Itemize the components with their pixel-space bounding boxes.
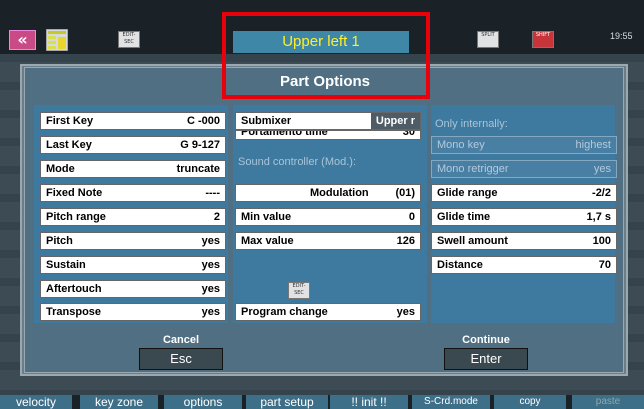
- edit-section-icon[interactable]: EDIT-SEC: [118, 31, 140, 48]
- edit-section-icon[interactable]: EDIT-SEC: [288, 282, 310, 299]
- row-value: 100: [592, 235, 611, 247]
- row-label: Min value: [241, 211, 292, 223]
- row-label: Pitch range: [46, 211, 106, 223]
- part-setup-button[interactable]: part setup: [246, 395, 328, 409]
- sustain-row[interactable]: Sustain yes: [40, 256, 226, 274]
- clock: 19:55: [610, 31, 633, 41]
- shift-icon[interactable]: SHIFT: [532, 31, 554, 48]
- program-change-row[interactable]: Program change yes: [235, 303, 421, 321]
- row-value: yes: [201, 283, 220, 295]
- mono-retrigger-row: Mono retrigger yes: [431, 160, 617, 178]
- mode-row[interactable]: Mode truncate: [40, 160, 226, 178]
- row-value: 2: [213, 211, 220, 223]
- row-label: Glide range: [437, 187, 498, 199]
- max-value-row[interactable]: Max value 126: [235, 232, 421, 250]
- row-label: Program change: [241, 306, 328, 318]
- row-label: Distance: [437, 259, 483, 271]
- row-value: G 9-127: [180, 139, 220, 151]
- double-chevron-left-icon: «: [17, 30, 28, 49]
- fixed-note-row[interactable]: Fixed Note ----: [40, 184, 226, 202]
- submixer-value: Upper r: [370, 113, 420, 129]
- row-label: Glide time: [437, 211, 491, 223]
- highlight-box: [222, 12, 430, 99]
- row-label: Swell amount: [437, 235, 508, 247]
- row-value: yes: [201, 259, 220, 271]
- distance-row[interactable]: Distance 70: [431, 256, 617, 274]
- continue-label: Continue: [462, 334, 510, 346]
- edit-section-icon-label: EDIT-SEC: [292, 283, 306, 296]
- row-value: C -000: [186, 115, 220, 127]
- row-label: Mono retrigger: [437, 163, 509, 175]
- row-value: -2/2: [592, 187, 611, 199]
- controller-select[interactable]: Modulation (01): [235, 184, 421, 202]
- split-icon[interactable]: SPLIT: [477, 31, 499, 48]
- swell-amount-row[interactable]: Swell amount 100: [431, 232, 617, 250]
- row-value: 126: [396, 235, 415, 247]
- row-label: Pitch: [46, 235, 73, 247]
- row-label: Aftertouch: [46, 283, 102, 295]
- row-value: yes: [396, 306, 415, 318]
- key-zone-button[interactable]: key zone: [80, 395, 158, 409]
- row-label: Transpose: [46, 306, 102, 318]
- row-value: yes: [593, 163, 611, 175]
- esc-button[interactable]: Esc: [139, 348, 223, 370]
- submixer-row[interactable]: Submixer Upper r: [235, 112, 421, 130]
- part-options-dialog: Part Options First Key C -000 Last Key G 9…: [24, 67, 624, 373]
- velocity-button[interactable]: velocity: [0, 395, 72, 409]
- min-value-row[interactable]: Min value 0: [235, 208, 421, 226]
- copy-button[interactable]: copy: [494, 395, 566, 409]
- row-value: 1,7 s: [586, 211, 611, 223]
- shift-icon-label: SHIFT: [535, 32, 551, 38]
- row-label: Sustain: [46, 259, 86, 271]
- back-button[interactable]: «: [9, 30, 36, 50]
- split-icon-label: SPLIT: [481, 32, 495, 38]
- row-value: 70: [598, 259, 611, 271]
- row-label: Mono key: [437, 139, 485, 151]
- transpose-row[interactable]: Transpose yes: [40, 303, 226, 321]
- controller-value: Modulation: [310, 187, 369, 199]
- portamento-time-row[interactable]: Portamento time 30: [235, 130, 421, 140]
- row-label: Fixed Note: [46, 187, 103, 199]
- aftertouch-row[interactable]: Aftertouch yes: [40, 280, 226, 298]
- row-label: Portamento time: [241, 130, 328, 138]
- row-value: 0: [408, 211, 415, 223]
- controller-number: (01): [395, 187, 415, 199]
- row-label: Mode: [46, 163, 75, 175]
- row-value: ----: [205, 187, 220, 199]
- glide-time-row[interactable]: Glide time 1,7 s: [431, 208, 617, 226]
- row-label: Max value: [241, 235, 294, 247]
- sound-controller-label: Sound controller (Mod.):: [238, 156, 356, 168]
- row-value: yes: [201, 306, 220, 318]
- enter-button[interactable]: Enter: [444, 348, 528, 370]
- s-crd-mode-button[interactable]: S-Crd.mode: [412, 395, 490, 409]
- row-value: 30: [402, 130, 415, 138]
- row-value: highest: [575, 139, 611, 151]
- cancel-label: Cancel: [162, 334, 200, 346]
- init-button[interactable]: !! init !!: [330, 395, 408, 409]
- edit-section-icon-label: EDIT-SEC: [122, 32, 136, 45]
- row-label: Submixer: [241, 115, 292, 127]
- row-label: Last Key: [46, 139, 92, 151]
- row-value: yes: [201, 235, 220, 247]
- options-button[interactable]: options: [164, 395, 242, 409]
- row-label: First Key: [46, 115, 94, 127]
- first-key-row[interactable]: First Key C -000: [40, 112, 226, 130]
- pitch-row[interactable]: Pitch yes: [40, 232, 226, 250]
- mono-key-row: Mono key highest: [431, 136, 617, 154]
- paste-button[interactable]: paste: [572, 395, 644, 409]
- row-value: truncate: [176, 163, 220, 175]
- pitch-range-row[interactable]: Pitch range 2: [40, 208, 226, 226]
- last-key-row[interactable]: Last Key G 9-127: [40, 136, 226, 154]
- menu-icon[interactable]: [46, 29, 68, 51]
- glide-range-row[interactable]: Glide range -2/2: [431, 184, 617, 202]
- app-window: « EDIT-SEC Upper left 1 SPLIT SHIFT 19:5…: [0, 0, 644, 409]
- only-internally-label: Only internally:: [435, 118, 508, 130]
